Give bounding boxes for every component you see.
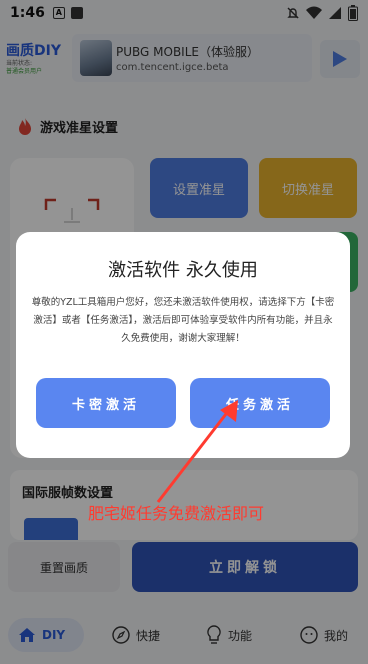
annotation-text: 肥宅姬任务免费激活即可 <box>88 504 265 523</box>
annotation-arrow <box>156 400 238 503</box>
